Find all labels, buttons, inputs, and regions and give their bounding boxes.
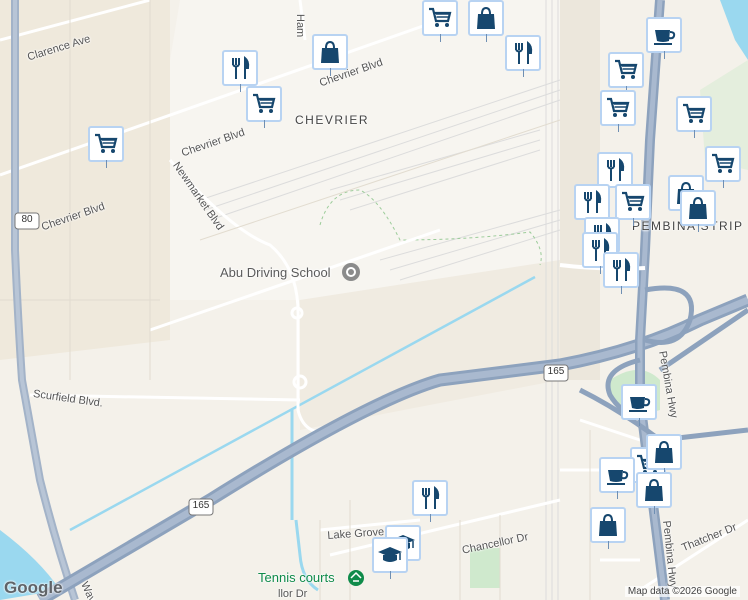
restaurant-poi-pin[interactable] <box>574 184 610 226</box>
shopping-cart-poi-pin[interactable] <box>422 0 458 42</box>
map-base-layer <box>0 0 748 600</box>
shopping-cart-poi-pin[interactable] <box>615 184 651 226</box>
shopping-cart-poi-pin[interactable] <box>705 146 741 188</box>
area-label-chevrier: CHEVRIER <box>295 113 370 127</box>
restaurant-icon <box>510 40 536 66</box>
shopping-cart-icon <box>251 91 277 117</box>
coffee-cup-poi-pin[interactable] <box>621 384 657 426</box>
shopping-bag-icon <box>651 439 677 465</box>
shopping-cart-poi-pin[interactable] <box>676 96 712 138</box>
coffee-cup-icon <box>626 389 652 415</box>
shopping-bag-icon <box>473 5 499 31</box>
google-logo: Google <box>4 578 63 597</box>
shopping-cart-icon <box>605 95 631 121</box>
restaurant-icon <box>608 257 634 283</box>
shopping-cart-icon <box>427 5 453 31</box>
shopping-cart-icon <box>710 151 736 177</box>
route-80-label: 80 <box>21 214 33 225</box>
route-165-shield-west: 165 <box>188 498 214 516</box>
route-165-shield-east: 165 <box>543 364 569 382</box>
coffee-cup-icon <box>604 462 630 488</box>
coffee-cup-poi-pin[interactable] <box>646 17 682 59</box>
shopping-cart-poi-pin[interactable] <box>246 86 282 128</box>
coffee-cup-icon <box>651 22 677 48</box>
coffee-cup-poi-pin[interactable] <box>599 457 635 499</box>
shopping-bag-poi-pin[interactable] <box>468 0 504 42</box>
shopping-cart-icon <box>681 101 707 127</box>
shopping-bag-poi-pin[interactable] <box>590 507 626 549</box>
shopping-bag-poi-pin[interactable] <box>646 434 682 476</box>
shopping-cart-icon <box>93 131 119 157</box>
restaurant-poi-pin[interactable] <box>222 50 258 92</box>
route-80-shield: 80 <box>14 212 40 230</box>
shopping-bag-poi-pin[interactable] <box>312 34 348 76</box>
shopping-bag-icon <box>595 512 621 538</box>
shopping-cart-icon <box>613 57 639 83</box>
route-165-label-east: 165 <box>547 366 565 377</box>
graduation-cap-poi-pin[interactable] <box>372 537 408 579</box>
restaurant-poi-pin[interactable] <box>412 480 448 522</box>
shopping-cart-poi-pin[interactable] <box>88 126 124 168</box>
map-canvas[interactable]: 80 165 165 CHEVRIER PEMBINA STRIP Claren… <box>0 0 748 600</box>
street-label-chancellor-dr-partial: llor Dr <box>278 588 308 600</box>
poi-label-tennis-courts[interactable]: Tennis courts <box>258 570 335 585</box>
shopping-bag-poi-pin[interactable] <box>636 472 672 514</box>
shopping-bag-icon <box>685 195 711 221</box>
restaurant-icon <box>227 55 253 81</box>
shopping-bag-icon <box>317 39 343 65</box>
shopping-bag-poi-pin[interactable] <box>680 190 716 232</box>
shopping-cart-poi-pin[interactable] <box>600 90 636 132</box>
restaurant-poi-pin[interactable] <box>603 252 639 294</box>
restaurant-icon <box>579 189 605 215</box>
restaurant-poi-pin[interactable] <box>505 35 541 77</box>
shopping-bag-icon <box>641 477 667 503</box>
shopping-cart-poi-pin[interactable] <box>608 52 644 94</box>
street-label-ham: Ham <box>294 14 306 38</box>
shopping-cart-icon <box>620 189 646 215</box>
restaurant-icon <box>417 485 443 511</box>
poi-label-abu-driving-school[interactable]: Abu Driving School <box>220 265 331 280</box>
restaurant-icon <box>602 157 628 183</box>
map-attribution[interactable]: Map data ©2026 Google <box>624 586 740 597</box>
graduation-cap-icon <box>377 542 403 568</box>
restaurant-poi-pin[interactable] <box>597 152 633 194</box>
route-165-label-west: 165 <box>192 500 210 511</box>
